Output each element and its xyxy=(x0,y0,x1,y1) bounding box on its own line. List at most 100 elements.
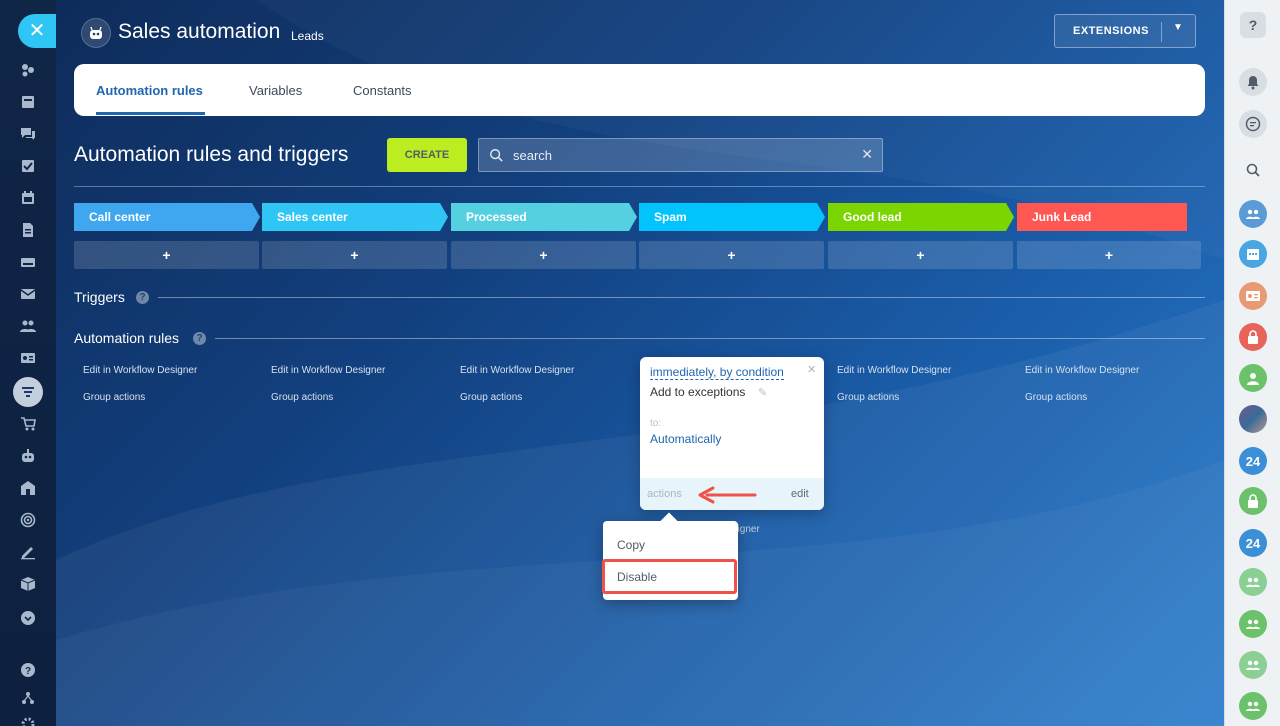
target-icon[interactable] xyxy=(18,510,38,530)
notifications-bell-icon[interactable] xyxy=(1239,68,1267,96)
more-chevron-icon[interactable] xyxy=(18,608,38,628)
search-input[interactable] xyxy=(513,145,843,165)
robot-app-icon xyxy=(81,18,111,48)
extensions-button[interactable]: EXTENSIONS ▼ xyxy=(1054,14,1196,48)
photo-avatar-icon[interactable] xyxy=(1239,405,1267,433)
create-button[interactable]: CREATE xyxy=(387,138,467,172)
contact-chat-icon[interactable] xyxy=(1239,282,1267,310)
page-title: Sales automation xyxy=(118,20,281,43)
rule-condition-link[interactable]: immediately, by condition xyxy=(650,365,784,380)
robot-icon[interactable] xyxy=(18,446,38,466)
stage-processed: Processed xyxy=(451,203,637,231)
stage-junk-lead: Junk Lead xyxy=(1017,203,1187,231)
documents-icon[interactable] xyxy=(18,220,38,240)
triggers-help-icon[interactable]: ? xyxy=(136,291,149,304)
global-search-icon[interactable] xyxy=(1239,156,1267,184)
tab-variables[interactable]: Variables xyxy=(249,83,302,98)
tasks-icon[interactable] xyxy=(18,156,38,176)
sitemap-icon[interactable] xyxy=(18,688,38,708)
add-trigger-call-center-button[interactable]: + xyxy=(74,241,259,269)
help-icon[interactable]: ? xyxy=(18,660,38,680)
group-actions-link-sales-center[interactable]: Group actions xyxy=(271,392,333,403)
toolbar-divider xyxy=(74,186,1205,187)
right-sidebar: ? 24 24 xyxy=(1224,0,1280,726)
rule-actions-link[interactable]: actions xyxy=(647,488,682,500)
group-chat-icon[interactable] xyxy=(1239,200,1267,228)
calendar-chat-icon[interactable] xyxy=(1239,240,1267,268)
automation-rules-help-icon[interactable]: ? xyxy=(193,332,206,345)
stage-sales-center: Sales center xyxy=(262,203,448,231)
group-actions-link-junk-lead[interactable]: Group actions xyxy=(1025,392,1087,403)
add-trigger-junk-lead-button[interactable]: + xyxy=(1017,241,1201,269)
add-trigger-spam-button[interactable]: + xyxy=(639,241,824,269)
rule-edit-link[interactable]: edit xyxy=(791,488,809,500)
bitrix24-chat-2-icon[interactable]: 24 xyxy=(1239,529,1267,557)
locked-chat-green-icon[interactable] xyxy=(1239,487,1267,515)
chevron-down-icon[interactable]: ▼ xyxy=(1173,22,1183,33)
settings-gear-icon[interactable] xyxy=(18,714,38,726)
left-sidebar: ✕ ? xyxy=(0,0,56,726)
signature-icon[interactable] xyxy=(18,542,38,562)
edit-designer-link-call-center[interactable]: Edit in Workflow Designer xyxy=(83,365,197,376)
automation-rules-label: Automation rules xyxy=(74,330,180,346)
triggers-divider xyxy=(158,297,1205,298)
group-avatar-4-icon[interactable] xyxy=(1239,692,1267,720)
mail-icon[interactable] xyxy=(18,284,38,304)
feed-icon[interactable] xyxy=(18,92,38,112)
search-icon xyxy=(490,149,503,162)
group-actions-link-call-center[interactable]: Group actions xyxy=(83,392,145,403)
rule-title: Add to exceptions xyxy=(650,385,746,399)
disable-highlight-box xyxy=(602,559,737,594)
cart-icon[interactable] xyxy=(18,414,38,434)
section-title: Automation rules and triggers xyxy=(74,143,349,166)
menu-item-copy[interactable]: Copy xyxy=(617,538,645,552)
edit-designer-link-sales-center[interactable]: Edit in Workflow Designer xyxy=(271,365,385,376)
tab-automation-rules[interactable]: Automation rules xyxy=(96,83,203,98)
rule-delete-icon[interactable]: ✕ xyxy=(807,363,816,376)
svg-text:?: ? xyxy=(25,666,31,677)
messages-icon[interactable] xyxy=(1239,110,1267,138)
close-slider-button[interactable]: ✕ xyxy=(18,14,56,48)
groups-icon[interactable] xyxy=(18,316,38,336)
page-subtitle: Leads xyxy=(291,29,324,43)
user-avatar-icon[interactable] xyxy=(1239,364,1267,392)
chat-icon[interactable] xyxy=(18,124,38,144)
rule-target-value[interactable]: Automatically xyxy=(650,432,721,446)
contact-card-icon[interactable] xyxy=(18,348,38,368)
crm-funnel-icon[interactable] xyxy=(13,377,43,407)
group-avatar-3-icon[interactable] xyxy=(1239,651,1267,679)
popup-caret xyxy=(660,512,678,530)
edit-designer-link-processed[interactable]: Edit in Workflow Designer xyxy=(460,365,574,376)
edit-designer-link-junk-lead[interactable]: Edit in Workflow Designer xyxy=(1025,365,1139,376)
extensions-separator xyxy=(1161,22,1162,42)
activity-stream-icon[interactable] xyxy=(18,60,38,80)
bitrix24-chat-icon[interactable]: 24 xyxy=(1239,447,1267,475)
stage-good-lead: Good lead xyxy=(828,203,1014,231)
group-actions-link-processed[interactable]: Group actions xyxy=(460,392,522,403)
stage-spam: Spam xyxy=(639,203,825,231)
store-icon[interactable] xyxy=(18,478,38,498)
annotation-arrow-icon xyxy=(698,486,757,504)
box-icon[interactable] xyxy=(18,574,38,594)
calendar-icon[interactable] xyxy=(18,188,38,208)
group-actions-link-good-lead[interactable]: Group actions xyxy=(837,392,899,403)
locked-chat-red-icon[interactable] xyxy=(1239,323,1267,351)
tabs-panel: Automation rules Variables Constants xyxy=(74,64,1205,116)
add-trigger-good-lead-button[interactable]: + xyxy=(828,241,1013,269)
automation-rules-divider xyxy=(215,338,1205,339)
rule-to-label: to: xyxy=(650,418,662,429)
help-button[interactable]: ? xyxy=(1240,12,1266,38)
search-box: ✕ xyxy=(478,138,883,172)
edit-designer-link-good-lead[interactable]: Edit in Workflow Designer xyxy=(837,365,951,376)
extensions-label: EXTENSIONS xyxy=(1073,25,1149,37)
group-avatar-2-icon[interactable] xyxy=(1239,610,1267,638)
rule-rename-pencil-icon[interactable]: ✎ xyxy=(758,386,767,399)
active-tab-indicator xyxy=(96,112,205,115)
group-avatar-1-icon[interactable] xyxy=(1239,568,1267,596)
drive-icon[interactable] xyxy=(18,252,38,272)
tab-constants[interactable]: Constants xyxy=(353,83,412,98)
add-trigger-processed-button[interactable]: + xyxy=(451,241,636,269)
stage-call-center: Call center xyxy=(74,203,260,231)
clear-search-icon[interactable]: ✕ xyxy=(861,146,873,163)
add-trigger-sales-center-button[interactable]: + xyxy=(262,241,447,269)
